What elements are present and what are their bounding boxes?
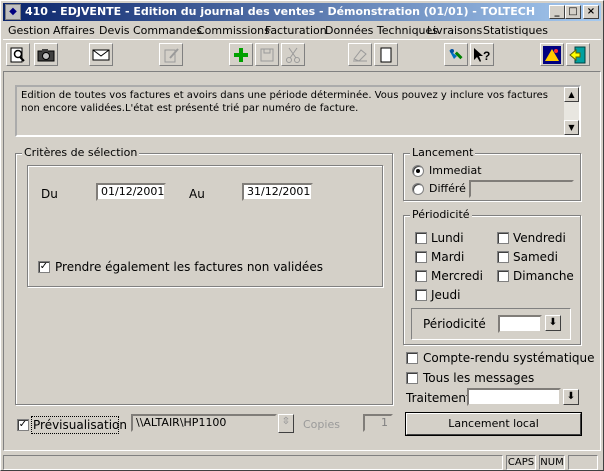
copies-label: Copies <box>303 418 340 431</box>
dimanche-checkbox[interactable] <box>497 270 509 282</box>
tools-icon[interactable] <box>444 43 468 66</box>
menu-livraisons[interactable]: Livraisons <box>427 24 482 37</box>
menu-donnees-techniques[interactable]: Données Techniques <box>325 24 438 37</box>
camera-icon[interactable] <box>34 43 58 66</box>
du-date-input[interactable]: 01/12/2001 <box>96 183 166 201</box>
add-icon[interactable] <box>229 43 253 66</box>
status-message-panel <box>3 455 503 470</box>
status-bar: CAPS NUM <box>3 453 601 470</box>
toolbar: ? <box>3 39 601 69</box>
differe-label[interactable]: Différé <box>429 182 466 195</box>
lundi-checkbox[interactable] <box>415 232 427 244</box>
compte-rendu-label[interactable]: Compte-rendu systématique <box>423 351 595 365</box>
menu-affaires[interactable]: Affaires <box>53 24 95 37</box>
lancement-local-button[interactable]: Lancement local <box>405 412 582 436</box>
tous-messages-label[interactable]: Tous les messages <box>423 371 534 385</box>
vendredi-checkbox[interactable] <box>497 232 509 244</box>
logo-icon[interactable] <box>540 43 564 66</box>
close-button[interactable]: × <box>583 5 599 19</box>
au-label: Au <box>189 187 205 201</box>
menu-bar: Gestion Affaires Devis Commandes Commiss… <box>3 22 601 39</box>
menu-gestion[interactable]: Gestion <box>8 24 50 37</box>
svg-text:?: ? <box>483 49 490 63</box>
cut-icon[interactable] <box>281 43 305 66</box>
description-box: Edition de toutes vos factures et avoirs… <box>15 85 581 137</box>
exit-icon[interactable] <box>566 43 590 66</box>
printer-field[interactable]: \\ALTAIR\HP1100 <box>131 414 277 432</box>
traitement-select[interactable] <box>467 388 561 406</box>
menu-commissions[interactable]: Commissions <box>197 24 270 37</box>
menu-devis[interactable]: Devis <box>99 24 130 37</box>
dimanche-label[interactable]: Dimanche <box>513 269 574 283</box>
description-text: Edition de toutes vos factures et avoirs… <box>21 90 549 114</box>
menu-commandes[interactable]: Commandes <box>133 24 202 37</box>
traitement-dropdown-icon[interactable]: ⬇ <box>563 389 579 405</box>
immediat-radio[interactable] <box>412 165 424 177</box>
include-unvalidated-label[interactable]: Prendre également les factures non valid… <box>55 260 323 274</box>
caps-indicator: CAPS <box>506 455 536 470</box>
traitement-label: Traitement <box>406 391 471 405</box>
num-indicator: NUM <box>539 455 565 470</box>
scroll-up-button[interactable]: ▲ <box>564 87 579 102</box>
samedi-checkbox[interactable] <box>497 251 509 263</box>
differe-radio[interactable] <box>412 183 424 195</box>
previsualisation-checkbox[interactable]: ✓ <box>17 419 29 431</box>
du-label: Du <box>41 187 58 201</box>
lundi-label[interactable]: Lundi <box>431 231 464 245</box>
preview-icon[interactable] <box>6 43 30 66</box>
periodicite-legend: Périodicité <box>410 208 472 221</box>
jeudi-checkbox[interactable] <box>415 289 427 301</box>
menu-statistiques[interactable]: Statistiques <box>483 24 548 37</box>
help-icon[interactable]: ? <box>470 43 494 66</box>
immediat-label[interactable]: Immediat <box>429 164 482 177</box>
save-icon[interactable] <box>255 43 279 66</box>
maximize-button[interactable]: □ <box>565 5 581 19</box>
tous-messages-checkbox[interactable] <box>406 372 418 384</box>
differe-datetime-input[interactable] <box>469 180 574 198</box>
compte-rendu-checkbox[interactable] <box>406 352 418 364</box>
status-extra-panel <box>568 455 598 470</box>
mercredi-label[interactable]: Mercredi <box>431 269 483 283</box>
criteria-legend: Critères de sélection <box>22 146 140 159</box>
mail-icon[interactable] <box>89 43 113 66</box>
new-page-icon[interactable] <box>374 43 398 66</box>
au-date-input[interactable]: 31/12/2001 <box>242 183 313 201</box>
periodicite-select-label: Périodicité <box>423 317 486 331</box>
previsualisation-label[interactable]: Prévisualisation <box>33 418 127 432</box>
jeudi-label[interactable]: Jeudi <box>431 288 460 302</box>
edit-doc-icon[interactable] <box>159 43 183 66</box>
mercredi-checkbox[interactable] <box>415 270 427 282</box>
copies-input[interactable]: 1 <box>363 414 393 432</box>
lancement-legend: Lancement <box>410 146 476 159</box>
title-bar[interactable]: ◆ 410 - EDJVENTE - Edition du journal de… <box>3 3 601 21</box>
include-unvalidated-checkbox[interactable]: ✓ <box>38 261 50 273</box>
periodicite-dropdown-icon[interactable]: ⬇ <box>545 315 561 331</box>
minimize-button[interactable]: _ <box>549 5 565 19</box>
main-window: ◆ 410 - EDJVENTE - Edition du journal de… <box>0 0 604 471</box>
description-scrollbar[interactable]: ▲ ▼ <box>564 87 579 135</box>
mardi-checkbox[interactable] <box>415 251 427 263</box>
periodicite-select[interactable] <box>498 315 542 333</box>
mardi-label[interactable]: Mardi <box>431 250 464 264</box>
previsualisation-focus: Prévisualisation <box>31 416 127 434</box>
erase-icon[interactable] <box>348 43 372 66</box>
printer-spin-icon[interactable]: ⇳ <box>278 414 294 433</box>
menu-facturation[interactable]: Facturation <box>265 24 327 37</box>
app-icon[interactable]: ◆ <box>5 4 21 20</box>
samedi-label[interactable]: Samedi <box>513 250 558 264</box>
window-title: 410 - EDJVENTE - Edition du journal des … <box>25 5 536 18</box>
scroll-down-button[interactable]: ▼ <box>564 120 579 135</box>
vendredi-label[interactable]: Vendredi <box>513 231 566 245</box>
